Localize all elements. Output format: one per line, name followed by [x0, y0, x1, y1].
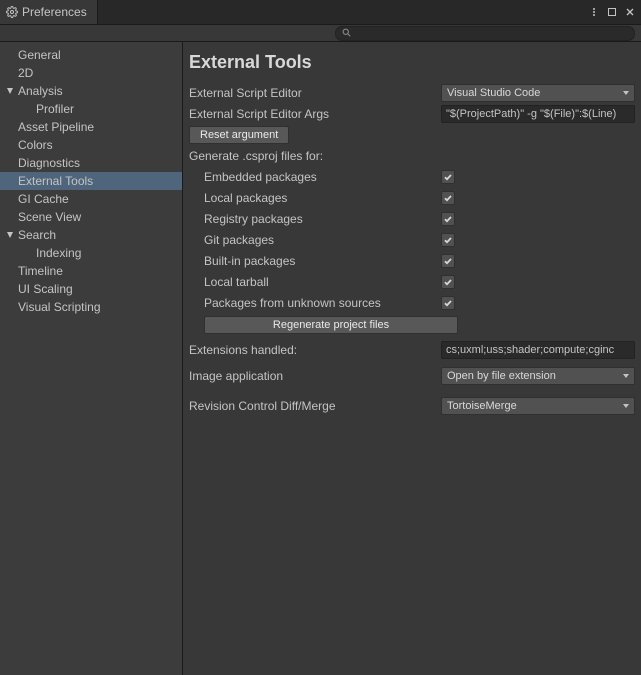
sidebar-item-indexing[interactable]: Indexing: [0, 244, 182, 262]
sidebar-item-label: Profiler: [36, 101, 74, 117]
csproj-local-packages-label: Local packages: [189, 191, 441, 205]
sidebar-item-label: UI Scaling: [18, 281, 73, 297]
titlebar: Preferences: [0, 0, 641, 25]
sidebar-item-label: Visual Scripting: [18, 299, 101, 315]
sidebar-item-label: Diagnostics: [18, 155, 80, 171]
sidebar-item-label: Analysis: [18, 83, 63, 99]
csproj-packages-from-unknown-sources-checkbox[interactable]: [441, 296, 455, 310]
sidebar-item-asset-pipeline[interactable]: Asset Pipeline: [0, 118, 182, 136]
sidebar-item-label: Scene View: [18, 209, 81, 225]
csproj-built-in-packages-checkbox[interactable]: [441, 254, 455, 268]
script-editor-args-input[interactable]: [441, 105, 635, 123]
csproj-git-packages-label: Git packages: [189, 233, 441, 247]
kebab-icon[interactable]: [587, 5, 601, 19]
sidebar-item-analysis[interactable]: Analysis: [0, 82, 182, 100]
search-field[interactable]: [335, 26, 635, 41]
sidebar-item-label: Timeline: [18, 263, 63, 279]
csproj-registry-packages-checkbox[interactable]: [441, 212, 455, 226]
close-icon[interactable]: [623, 5, 637, 19]
diff-merge-label: Revision Control Diff/Merge: [189, 399, 441, 413]
csproj-header: Generate .csproj files for:: [189, 149, 441, 163]
sidebar-item-label: Indexing: [36, 245, 81, 261]
sidebar-item-label: Colors: [18, 137, 53, 153]
sidebar-item-label: Search: [18, 227, 56, 243]
csproj-built-in-packages-label: Built-in packages: [189, 254, 441, 268]
csproj-registry-packages-label: Registry packages: [189, 212, 441, 226]
sidebar-item-2d[interactable]: 2D: [0, 64, 182, 82]
diff-merge-dropdown[interactable]: TortoiseMerge: [441, 397, 635, 415]
foldout-icon[interactable]: [6, 87, 14, 95]
script-editor-label: External Script Editor: [189, 86, 441, 100]
sidebar-item-ui-scaling[interactable]: UI Scaling: [0, 280, 182, 298]
sidebar-item-profiler[interactable]: Profiler: [0, 100, 182, 118]
main-panel: External Tools External Script Editor Vi…: [183, 42, 641, 675]
sidebar-item-label: External Tools: [18, 173, 93, 189]
sidebar-item-visual-scripting[interactable]: Visual Scripting: [0, 298, 182, 316]
csproj-git-packages-checkbox[interactable]: [441, 233, 455, 247]
tab-label: Preferences: [22, 5, 87, 19]
sidebar-item-search[interactable]: Search: [0, 226, 182, 244]
sidebar-item-general[interactable]: General: [0, 46, 182, 64]
csproj-local-tarball-checkbox[interactable]: [441, 275, 455, 289]
sidebar-item-diagnostics[interactable]: Diagnostics: [0, 154, 182, 172]
page-title: External Tools: [189, 52, 635, 73]
reset-argument-button[interactable]: Reset argument: [189, 126, 289, 144]
regenerate-button[interactable]: Regenerate project files: [204, 316, 458, 334]
extensions-input[interactable]: [441, 341, 635, 359]
maximize-icon[interactable]: [605, 5, 619, 19]
search-icon: [342, 26, 351, 40]
script-editor-dropdown[interactable]: Visual Studio Code: [441, 84, 635, 102]
csproj-embedded-packages-checkbox[interactable]: [441, 170, 455, 184]
sidebar-item-label: GI Cache: [18, 191, 69, 207]
tab-preferences[interactable]: Preferences: [0, 0, 98, 24]
csproj-local-packages-checkbox[interactable]: [441, 191, 455, 205]
sidebar-item-external-tools[interactable]: External Tools: [0, 172, 182, 190]
sidebar-item-colors[interactable]: Colors: [0, 136, 182, 154]
sidebar-item-label: Asset Pipeline: [18, 119, 94, 135]
sidebar-item-label: 2D: [18, 65, 33, 81]
sidebar-item-timeline[interactable]: Timeline: [0, 262, 182, 280]
sidebar-item-label: General: [18, 47, 61, 63]
image-app-dropdown[interactable]: Open by file extension: [441, 367, 635, 385]
search-input[interactable]: [355, 27, 628, 39]
foldout-icon[interactable]: [6, 231, 14, 239]
csproj-embedded-packages-label: Embedded packages: [189, 170, 441, 184]
sidebar-item-gi-cache[interactable]: GI Cache: [0, 190, 182, 208]
script-editor-args-label: External Script Editor Args: [189, 107, 441, 121]
sidebar: General 2D Analysis Profiler Asset Pipeline C…: [0, 42, 183, 675]
csproj-local-tarball-label: Local tarball: [189, 275, 441, 289]
gear-icon: [6, 6, 18, 18]
csproj-packages-from-unknown-sources-label: Packages from unknown sources: [189, 296, 441, 310]
sidebar-item-scene-view[interactable]: Scene View: [0, 208, 182, 226]
window-controls: [587, 5, 641, 19]
image-app-label: Image application: [189, 369, 441, 383]
extensions-label: Extensions handled:: [189, 343, 441, 357]
searchbar: [0, 25, 641, 42]
